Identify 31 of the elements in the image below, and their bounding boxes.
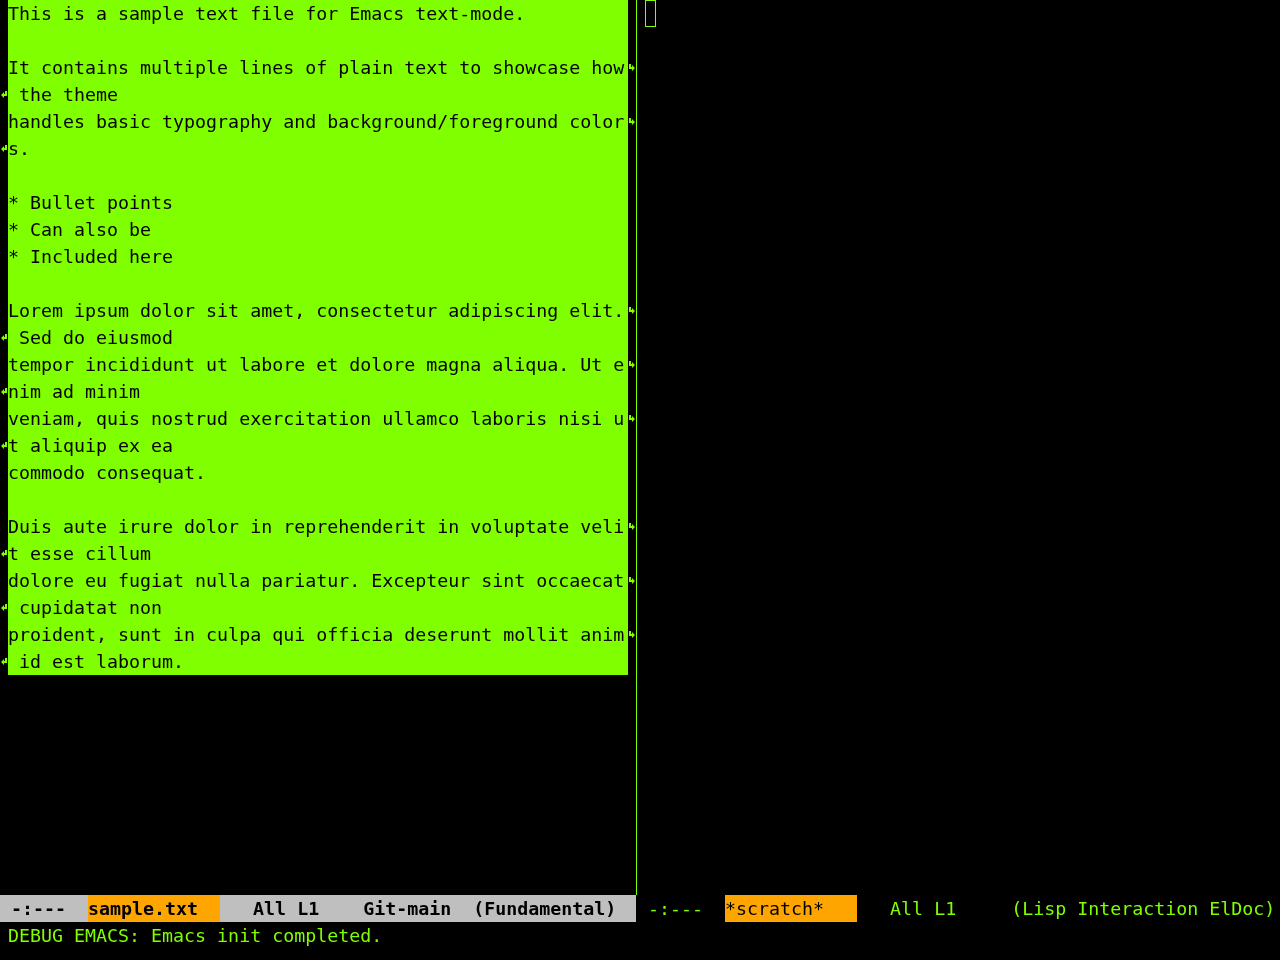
text-line: handles basic typography and background/foreground color (8, 111, 625, 132)
text-line: veniam, quis nostrud exercitation ullamco laboris nisi u (8, 408, 625, 429)
text-line: Sed do eiusmod (18, 327, 174, 348)
text-line: commodo consequat. (8, 462, 207, 483)
text-line: * Bullet points (8, 192, 174, 213)
text-line: s. (8, 138, 30, 159)
text-line: This is a sample text file for Emacs text-mode. (8, 3, 526, 24)
text-line: It contains multiple lines of plain text to showcase how (8, 57, 625, 78)
text-line: * Included here (8, 246, 174, 267)
modified-status: -:--- (11, 897, 67, 921)
line-position: All L1 (890, 897, 957, 921)
echo-area-message: DEBUG EMACS: Emacs init completed. (8, 924, 383, 948)
text-line: dolore eu fugiat nulla pariatur. Excepteur sint occaecat (8, 570, 625, 591)
text-line: cupidatat non (18, 597, 163, 618)
text-line: Duis aute irure dolor in reprehenderit in voluptate veli (8, 516, 625, 537)
text-line: t esse cillum (8, 543, 152, 564)
text-line: proident, sunt in culpa qui officia deserunt mollit anim (8, 624, 625, 645)
major-mode: (Fundamental) (473, 897, 617, 921)
vc-branch: Git-main (363, 897, 452, 921)
buffer-name: sample.txt (88, 895, 221, 922)
line-position: All L1 (253, 897, 320, 921)
major-mode: (Lisp Interaction ElDoc) (1011, 897, 1276, 921)
text-line: id est laborum. (18, 651, 185, 672)
text-line: the theme (18, 84, 119, 105)
text-line: * Can also be (8, 219, 152, 240)
text-line: Lorem ipsum dolor sit amet, consectetur adipiscing elit. (8, 300, 625, 321)
text-line: nim ad minim (8, 381, 141, 402)
text-line: t aliquip ex ea (8, 435, 174, 456)
modified-status: -:--- (648, 897, 704, 921)
text-line: tempor incididunt ut labore et dolore magna aliqua. Ut e (8, 354, 625, 375)
buffer-name: *scratch* (725, 895, 858, 922)
